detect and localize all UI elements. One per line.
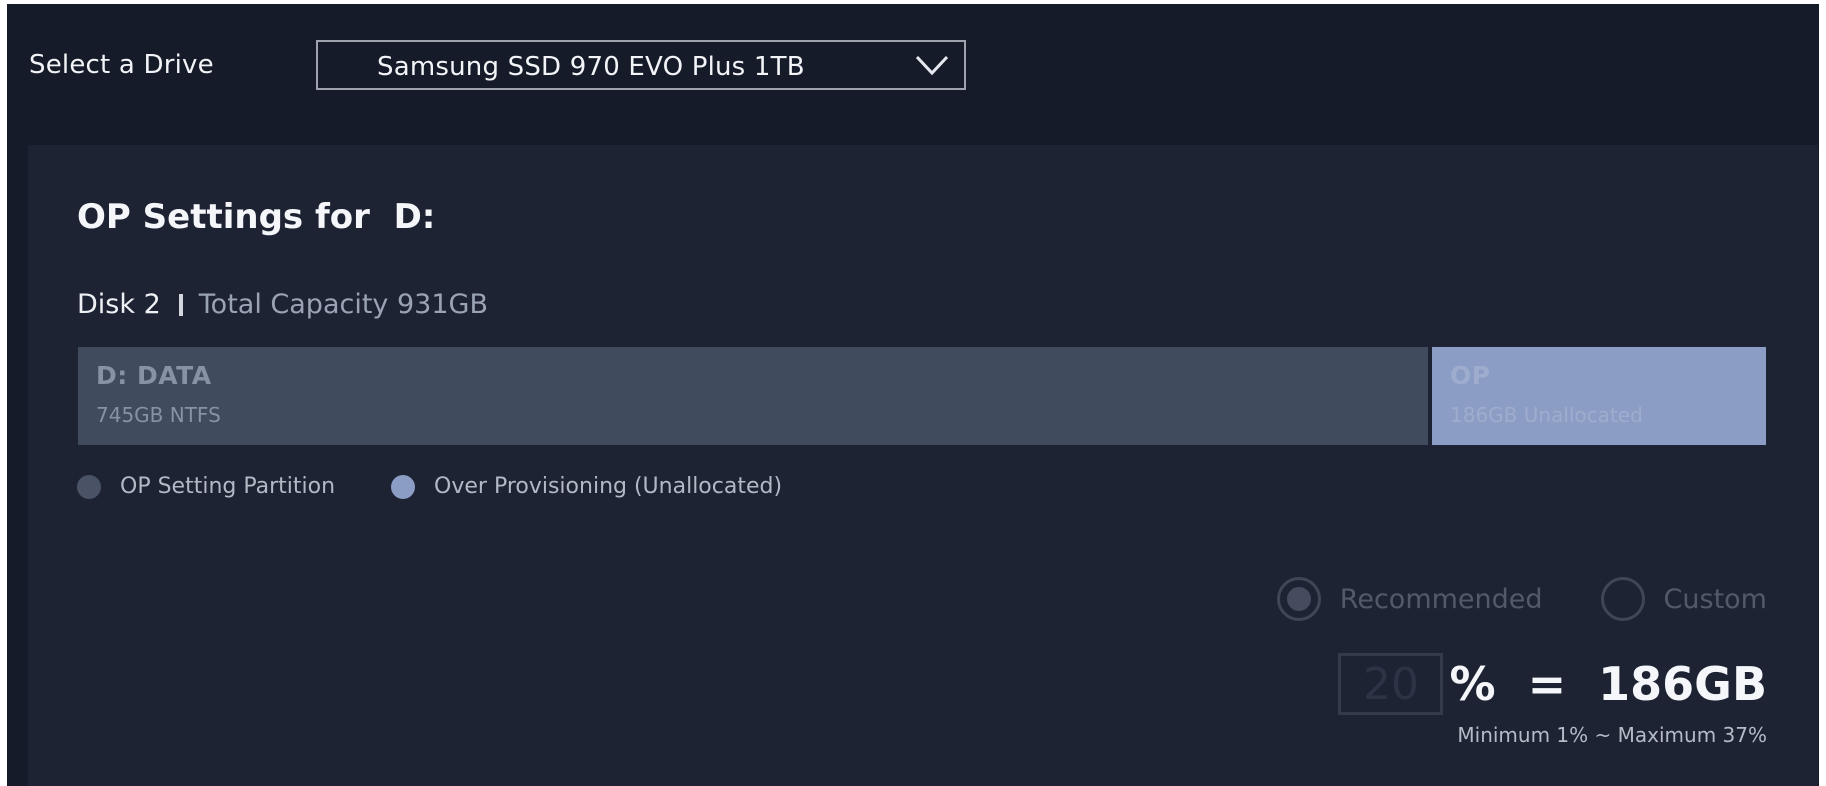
legend-dot (77, 474, 101, 499)
legend-item-partition: OP Setting Partition (77, 474, 335, 499)
radio-label: Recommended (1339, 583, 1543, 615)
select-drive-label: Select a Drive (29, 50, 214, 80)
app-window: Select a Drive Samsung SSD 970 EVO Plus … (7, 4, 1819, 786)
disk-name: Disk 2 (77, 289, 161, 320)
op-range-note: Minimum 1% ~ Maximum 37% (1457, 723, 1767, 747)
op-segment: OP 186GB Unallocated (1432, 347, 1766, 445)
page-title: OP Settings for D: (77, 197, 436, 237)
recommended-radio[interactable]: Recommended (1276, 577, 1543, 621)
segment-detail: 186GB Unallocated (1450, 403, 1643, 427)
segment-detail: 745GB NTFS (96, 403, 221, 427)
radio-unchecked-icon (1600, 577, 1645, 621)
op-mode-radio-group: Recommended Custom (1276, 577, 1767, 621)
segment-name: D: DATA (96, 361, 212, 390)
total-capacity: Total Capacity 931GB (198, 289, 488, 320)
chevron-down-icon (915, 55, 949, 76)
legend-label: Over Provisioning (Unallocated) (434, 474, 783, 499)
disk-info: Disk 2 Total Capacity 931GB (77, 289, 488, 320)
op-size-calculator: % = 186GB (1338, 653, 1767, 715)
legend-dot (391, 474, 416, 499)
op-settings-panel: OP Settings for D: Disk 2 Total Capacity… (28, 145, 1818, 786)
data-partition-segment: D: DATA 745GB NTFS (78, 347, 1428, 445)
capacity-bar: D: DATA 745GB NTFS OP 186GB Unallocated (78, 347, 1766, 445)
custom-radio[interactable]: Custom (1600, 577, 1767, 621)
drive-select-dropdown[interactable]: Samsung SSD 970 EVO Plus 1TB (316, 40, 966, 90)
legend: OP Setting Partition Over Provisioning (… (77, 474, 838, 499)
legend-item-op: Over Provisioning (Unallocated) (391, 474, 782, 499)
op-percent-input[interactable] (1338, 653, 1444, 715)
radio-checked-icon (1276, 577, 1321, 621)
selected-drive-value: Samsung SSD 970 EVO Plus 1TB (377, 52, 805, 82)
legend-label: OP Setting Partition (120, 474, 336, 499)
divider (178, 293, 183, 316)
segment-name: OP (1450, 361, 1491, 390)
radio-label: Custom (1663, 583, 1767, 615)
op-size-result: % = 186GB (1449, 657, 1767, 711)
